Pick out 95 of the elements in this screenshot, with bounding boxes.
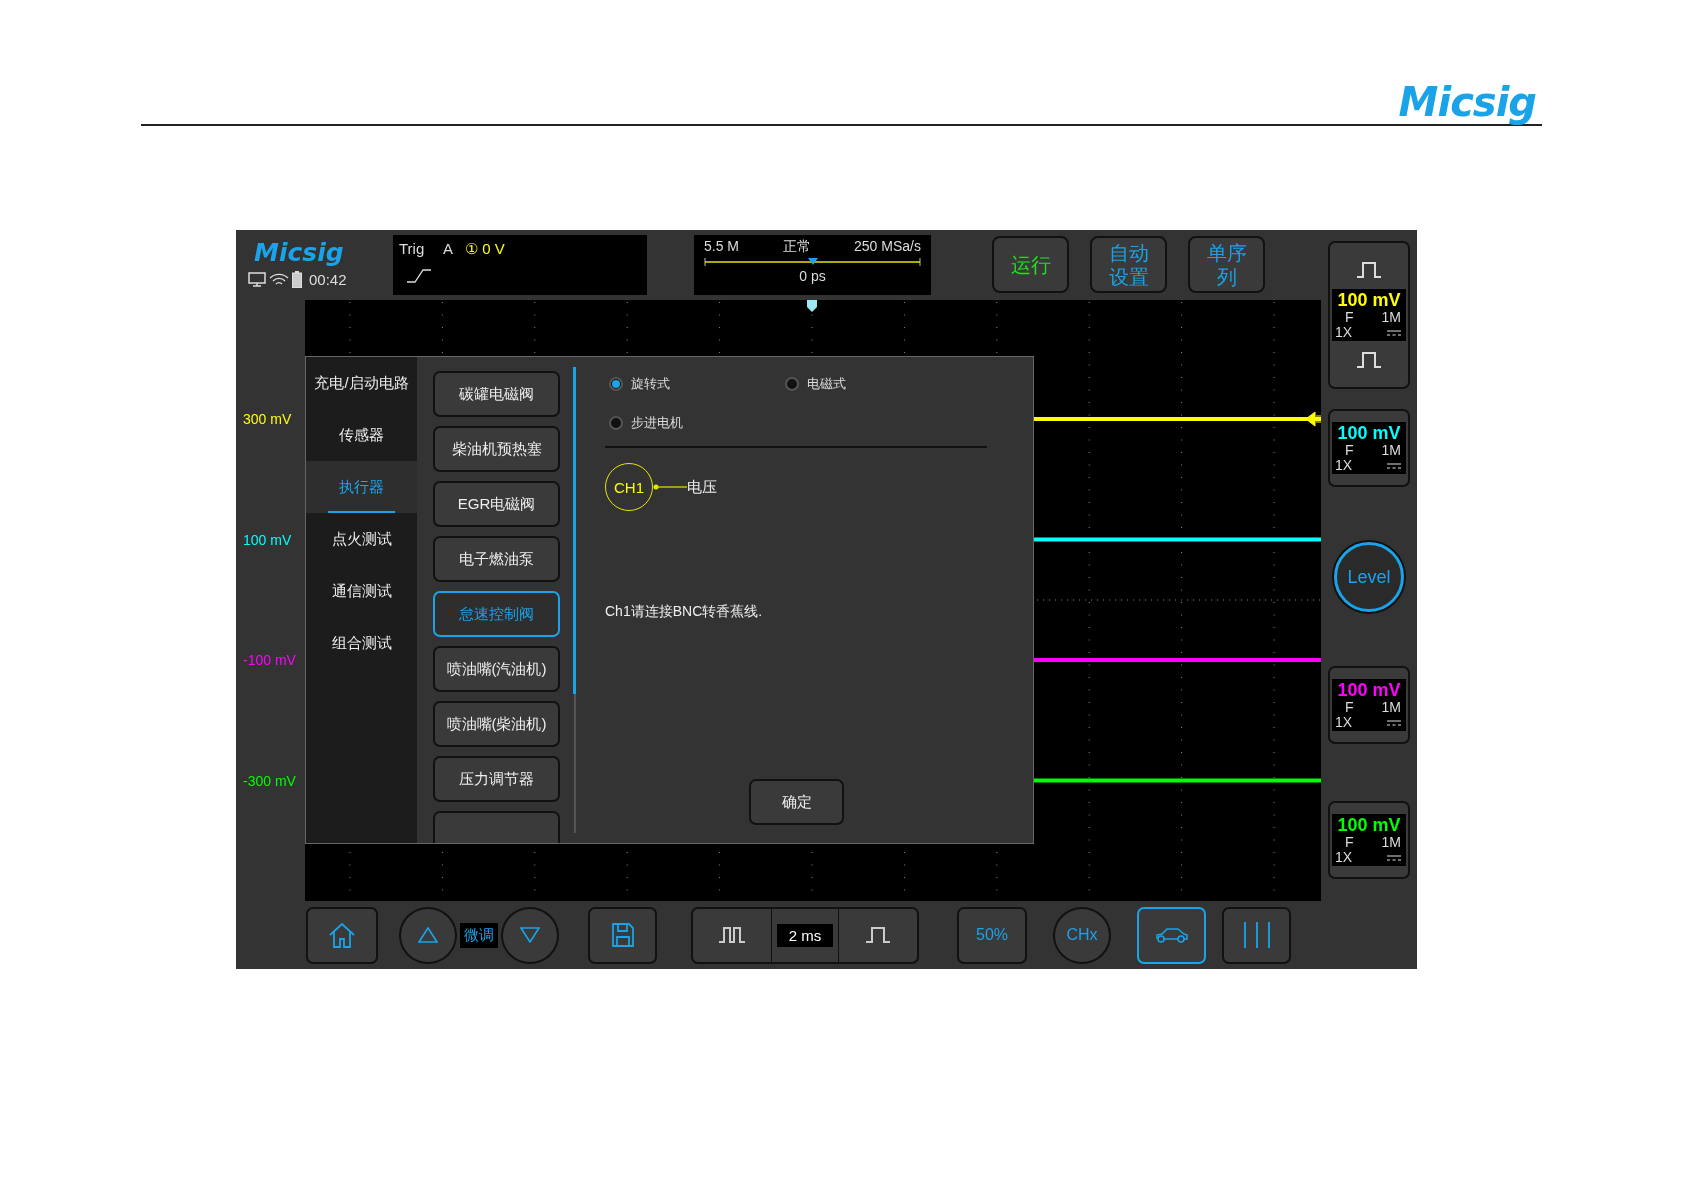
probe-label: 1X (1335, 715, 1353, 730)
channel-select-button[interactable]: CHx (1053, 906, 1111, 964)
vertical-bars-icon (1241, 922, 1272, 948)
option-label: 旋转式 (631, 375, 670, 393)
wifi-icon (269, 272, 289, 287)
channel-scale: 100 mV (1336, 423, 1402, 443)
impedance-label: 1M (1381, 700, 1401, 715)
triangle-down-icon (520, 927, 540, 943)
component-button[interactable]: 喷油嘴(柴油机) (433, 701, 560, 747)
instruction-text: Ch1请连接BNC转香蕉线. (605, 603, 764, 621)
monitor-icon (248, 272, 266, 287)
channel-scale: 100 mV (1336, 290, 1402, 310)
toolbar-button[interactable]: 自动设置 (1090, 236, 1167, 293)
confirm-button[interactable]: 确定 (749, 779, 844, 825)
dc-coupling-icon (1387, 719, 1401, 726)
option-label: 步进电机 (631, 414, 683, 432)
brand-logo: Micsig (1398, 80, 1536, 124)
dc-coupling-icon (1387, 462, 1401, 469)
radio-option[interactable]: 旋转式 (609, 375, 785, 393)
timebase-value: 2 ms (776, 923, 834, 947)
save-button[interactable] (588, 906, 657, 964)
component-button[interactable]: 怠速控制阀 (433, 591, 560, 637)
trigger-level-icon[interactable] (1305, 411, 1321, 427)
component-button[interactable]: 喷油嘴(汽油机) (433, 646, 560, 692)
component-button[interactable]: 柴油机预热塞 (433, 426, 560, 472)
car-button[interactable] (1137, 906, 1206, 964)
rising-edge-icon (407, 269, 431, 283)
category-tab[interactable]: 传感器 (306, 409, 417, 461)
battery-icon (292, 271, 302, 288)
memory-depth: 5.5 M (704, 238, 739, 256)
fifty-percent-button[interactable]: 50% (957, 906, 1027, 964)
coupling-label: F (1345, 835, 1354, 850)
trigger-level: ① 0 V (465, 240, 506, 258)
home-icon (328, 922, 356, 948)
channel-card[interactable]: 100 mV F 1M 1X (1328, 241, 1410, 389)
probe-label: 1X (1335, 325, 1353, 340)
trigger-source: A (443, 240, 453, 257)
dc-coupling-icon (1387, 329, 1401, 336)
trigger-label: Trig (399, 240, 426, 257)
category-tab[interactable]: 组合测试 (306, 617, 417, 669)
toolbar-button[interactable]: 单序列 (1188, 236, 1265, 293)
level-knob[interactable]: Level (1334, 542, 1404, 612)
category-tab[interactable]: 点火测试 (306, 513, 417, 565)
pulse-icon (865, 926, 891, 944)
trigger-marker-icon[interactable] (807, 300, 817, 312)
radio-option[interactable]: 电磁式 (785, 375, 987, 393)
timebase-panel[interactable]: 5.5 M 正常 250 MSa/s 0 ps (694, 235, 931, 295)
component-button[interactable]: EGR电磁阀 (433, 481, 560, 527)
toolbar-button[interactable]: 运行 (992, 236, 1069, 293)
app-logo: Micsig (254, 238, 344, 267)
component-button[interactable]: 电子燃油泵 (433, 536, 560, 582)
radio-button[interactable] (609, 377, 623, 391)
coupling-label: F (1345, 310, 1354, 325)
channel-scale: 100 mV (1336, 815, 1402, 835)
fine-tune-label[interactable]: 微调 (460, 922, 498, 948)
option-label: 电磁式 (807, 375, 846, 393)
car-icon (1154, 926, 1189, 944)
acquire-mode: 正常 (782, 238, 811, 256)
time-offset: 0 ps (798, 268, 827, 284)
double-pulse-icon (718, 926, 746, 944)
impedance-label: 1M (1381, 443, 1401, 458)
signal-label: 电压 (687, 477, 717, 497)
home-button[interactable] (306, 906, 378, 964)
coupling-label: F (1345, 700, 1354, 715)
channel-card[interactable]: 100 mV F 1M 1X (1328, 666, 1410, 744)
offset-label: 300 mV (243, 411, 292, 427)
channel-scale: 100 mV (1336, 680, 1402, 700)
leader-line (653, 484, 687, 490)
impedance-label: 1M (1381, 310, 1401, 325)
channel-card[interactable]: 100 mV F 1M 1X (1328, 801, 1410, 879)
offset-label: 100 mV (243, 531, 292, 548)
channel-card[interactable]: 100 mV F 1M 1X (1328, 409, 1410, 487)
pulse-icon (1356, 351, 1382, 369)
scrollbar-thumb[interactable] (573, 367, 576, 694)
clock: 00:42 (309, 271, 347, 288)
rising-pulse-icon (1356, 261, 1382, 279)
offset-label: -300 mV (243, 772, 296, 789)
probe-label: 1X (1335, 850, 1353, 865)
radio-button[interactable] (785, 377, 799, 391)
triangle-up-icon (418, 927, 438, 943)
probe-label: 1X (1335, 458, 1353, 473)
radio-option[interactable]: 步进电机 (609, 414, 785, 432)
coupling-label: F (1345, 443, 1354, 458)
radio-button[interactable] (609, 416, 623, 430)
category-tab[interactable]: 通信测试 (306, 565, 417, 617)
cursor-button[interactable] (1222, 906, 1291, 964)
category-tab[interactable]: 执行器 (306, 461, 417, 513)
component-button[interactable]: 碳罐电磁阀 (433, 371, 560, 417)
trigger-panel[interactable]: Trig A ① 0 V (393, 235, 647, 295)
category-tab[interactable]: 充电/启动电路 (306, 357, 417, 409)
component-button[interactable]: 压力调节器 (433, 756, 560, 802)
impedance-label: 1M (1381, 835, 1401, 850)
offset-label: -100 mV (243, 652, 296, 668)
dc-coupling-icon (1387, 854, 1401, 861)
sample-rate: 250 MSa/s (854, 238, 921, 256)
